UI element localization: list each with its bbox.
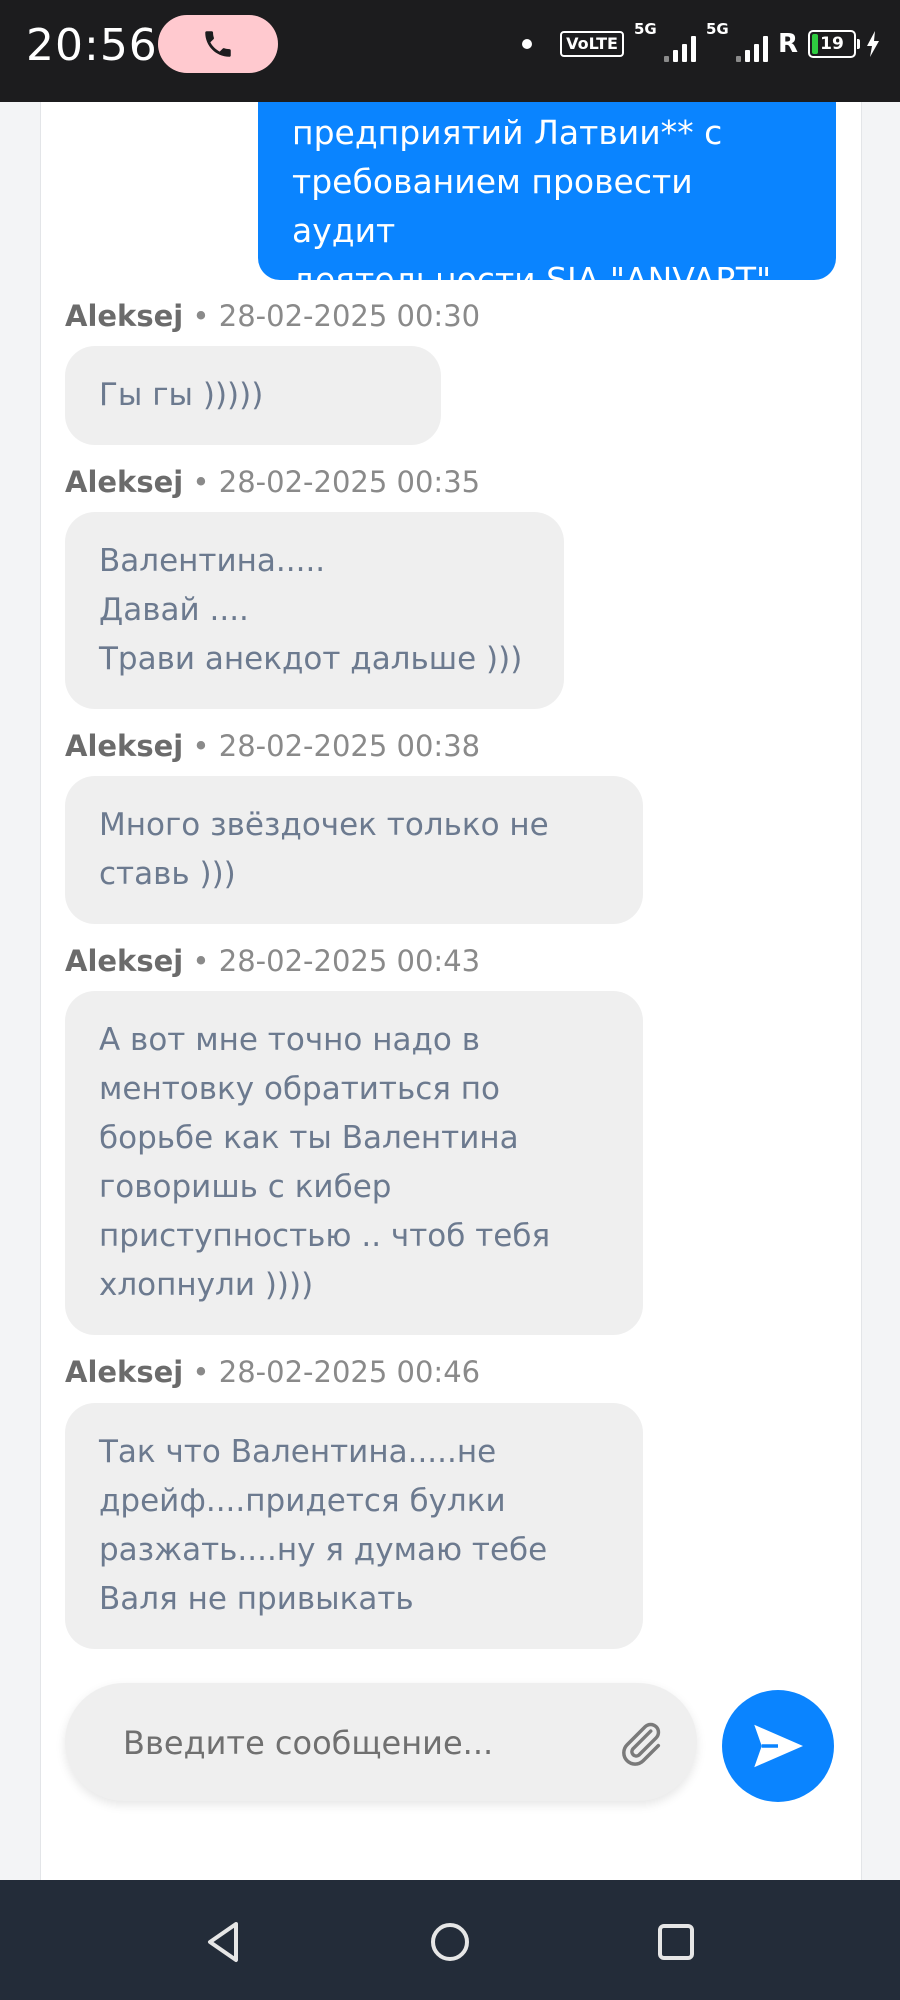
back-triangle-icon[interactable]: [196, 1914, 252, 1970]
message-meta: Aleksej • 28-02-2025 00:43: [65, 941, 480, 981]
ongoing-call-pill[interactable]: [158, 15, 278, 73]
meta-separator: •: [183, 299, 219, 333]
status-icons: VoLTE 5G 5G R 19: [522, 20, 880, 64]
meta-separator: •: [183, 729, 219, 763]
home-circle-icon[interactable]: [422, 1914, 478, 1970]
message-author: Aleksej: [65, 1355, 184, 1389]
message-meta: Aleksej • 28-02-2025 00:30: [65, 296, 480, 336]
signal-bars-icon: [663, 36, 696, 62]
message-meta: Aleksej • 28-02-2025 00:35: [65, 462, 480, 502]
message-composer: [65, 1683, 697, 1801]
message-meta: Aleksej • 28-02-2025 00:38: [65, 726, 480, 766]
signal-icon-sim2: 5G: [706, 20, 768, 64]
message-input[interactable]: [121, 1713, 585, 1773]
message-timestamp: 28-02-2025 00:46: [218, 1355, 481, 1389]
incoming-message-bubble: Много звёздочек только не ставь ))): [65, 776, 643, 924]
message-author: Aleksej: [65, 299, 184, 333]
outgoing-message-bubble: предприятий Латвии** с требованием прове…: [258, 102, 836, 299]
message-author: Aleksej: [65, 465, 184, 499]
incoming-message-bubble: Валентина..... Давай .... Трави анекдот …: [65, 512, 564, 709]
system-navigation-bar: [0, 1880, 900, 2000]
status-bar: 20:56 VoLTE 5G 5G R 19: [0, 0, 900, 102]
meta-separator: •: [183, 944, 219, 978]
network-type-label: 5G: [705, 20, 729, 38]
send-button[interactable]: [722, 1690, 834, 1802]
notification-dot-icon: [522, 39, 533, 49]
meta-separator: •: [183, 1355, 219, 1389]
message-timestamp: 28-02-2025 00:30: [218, 299, 481, 333]
incoming-message-bubble: А вот мне точно надо в ментовку обратить…: [65, 991, 643, 1335]
volte-badge: VoLTE: [560, 31, 624, 57]
message-timestamp: 28-02-2025 00:35: [218, 465, 481, 499]
send-icon: [754, 1724, 803, 1768]
signal-bars-icon: [735, 36, 768, 62]
recents-square-icon[interactable]: [648, 1914, 704, 1970]
paperclip-icon[interactable]: [615, 1717, 667, 1769]
meta-separator: •: [183, 465, 219, 499]
phone-icon: [205, 31, 231, 57]
battery-icon: 19: [808, 30, 860, 58]
message-timestamp: 28-02-2025 00:38: [218, 729, 481, 763]
message-timestamp: 28-02-2025 00:43: [218, 944, 481, 978]
status-time: 20:56: [26, 20, 158, 71]
message-meta: Aleksej • 28-02-2025 00:46: [65, 1352, 480, 1392]
incoming-message-bubble: Так что Валентина.....не дрейф....придет…: [65, 1403, 643, 1649]
charging-bolt-icon: [867, 31, 879, 57]
network-type-label: 5G: [633, 20, 657, 38]
signal-icon-sim1: 5G: [634, 20, 696, 64]
message-author: Aleksej: [65, 944, 184, 978]
roaming-indicator: R: [777, 29, 798, 59]
incoming-message-bubble: Гы гы ))))): [65, 346, 441, 445]
battery-level: 19: [820, 34, 844, 54]
message-author: Aleksej: [65, 729, 184, 763]
